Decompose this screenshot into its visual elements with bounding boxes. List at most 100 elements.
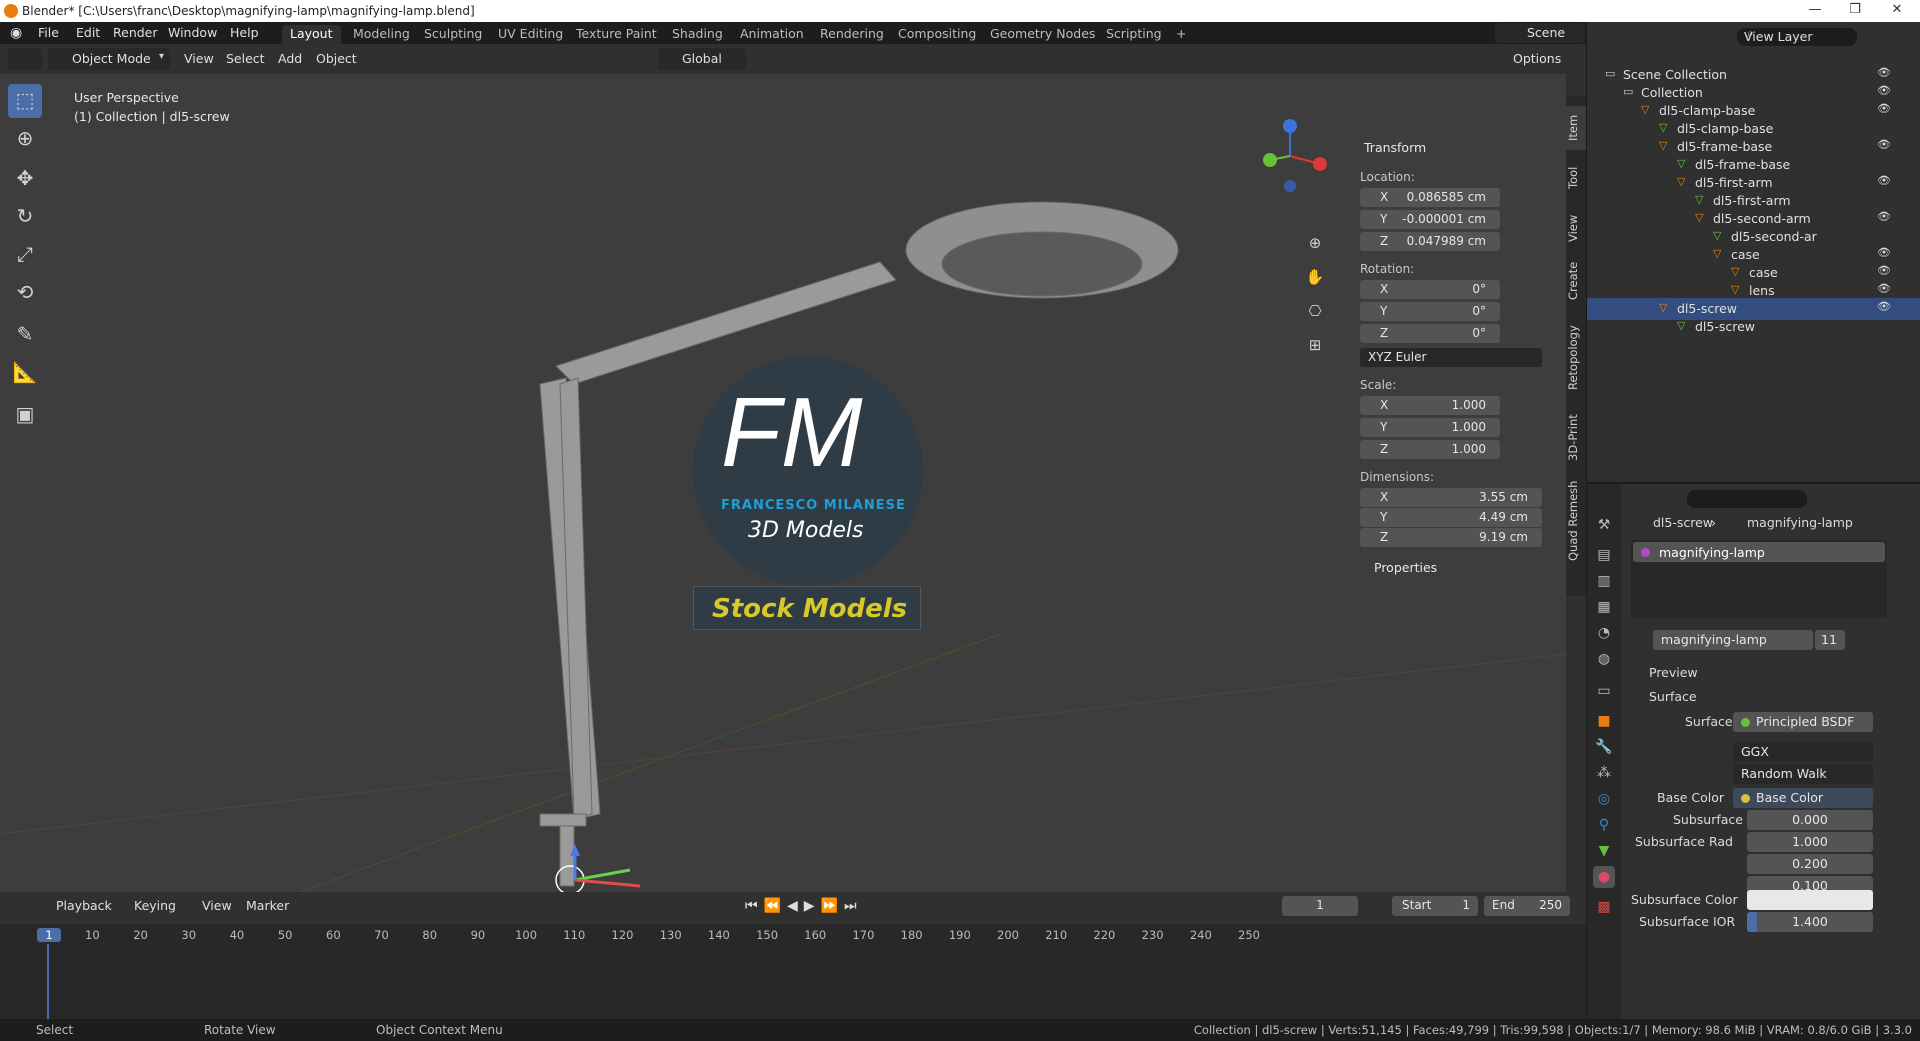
visibility-eye-icon[interactable]: 👁 — [1877, 264, 1891, 277]
visibility-eye-icon[interactable]: 👁 — [1877, 102, 1891, 115]
menu-window[interactable]: Window — [168, 25, 217, 40]
rotation-z-field[interactable]: Z 0° — [1360, 324, 1500, 343]
tab-texture-paint[interactable]: Texture Paint — [568, 25, 665, 44]
rotation-mode-dropdown[interactable]: XYZ Euler — [1360, 348, 1542, 367]
close-button[interactable]: ✕ — [1877, 2, 1917, 20]
hand-pan-icon[interactable]: ✋ — [1302, 264, 1328, 290]
render-icon[interactable]: ▤ — [1593, 544, 1615, 566]
object-menu[interactable]: Object — [310, 49, 363, 69]
annotate-tool-icon[interactable]: ✎ — [8, 318, 42, 352]
properties-subpanel[interactable]: Properties — [1374, 560, 1437, 575]
visibility-eye-icon[interactable]: 👁 — [1877, 246, 1891, 259]
marker-menu[interactable]: Marker — [240, 896, 295, 916]
scale-tool-icon[interactable]: ⤢ — [8, 238, 42, 272]
add-cube-tool-icon[interactable]: ▣ — [8, 398, 42, 432]
modifier-wrench-icon[interactable]: 🔧 — [1593, 736, 1615, 758]
grid-toggle-icon[interactable]: ⊞ — [1302, 332, 1328, 358]
move-tool-icon[interactable]: ✥ — [8, 162, 42, 196]
tab-shading[interactable]: Shading — [664, 25, 731, 44]
material-users-count[interactable]: 11 — [1815, 630, 1845, 650]
current-frame-field[interactable]: 1 — [1282, 896, 1358, 916]
menu-file[interactable]: File — [38, 25, 59, 40]
tab-item[interactable]: Item — [1566, 106, 1586, 150]
menu-help[interactable]: Help — [230, 25, 259, 40]
physics-icon[interactable]: ◎ — [1593, 788, 1615, 810]
outliner-row[interactable]: ▽ dl5-screw — [1587, 316, 1920, 338]
editor-type-button[interactable] — [8, 48, 42, 70]
material-name-field[interactable]: magnifying-lamp — [1653, 630, 1813, 650]
tab-quad-remesh[interactable]: Quad Remesh — [1566, 476, 1586, 566]
collection-icon[interactable]: ▭ — [1593, 680, 1615, 702]
base-color-field[interactable]: Base Color — [1733, 788, 1873, 808]
subsurface-method-dropdown[interactable]: Random Walk — [1733, 764, 1873, 784]
playback-controls[interactable]: ⏮⏪◀▶⏩⏭ — [745, 898, 863, 914]
scale-x-field[interactable]: X 1.000 — [1360, 396, 1500, 415]
tab-view[interactable]: View — [1566, 206, 1586, 250]
navigation-gizmo[interactable] — [1250, 116, 1330, 196]
timeline-view-menu[interactable]: View — [196, 896, 238, 916]
material-slots-list[interactable]: magnifying-lamp — [1631, 540, 1887, 618]
select-box-tool-icon[interactable]: ⬚ — [8, 84, 42, 118]
subsurface-field[interactable]: 0.000 — [1747, 810, 1873, 830]
add-menu[interactable]: Add — [272, 49, 308, 69]
transform-tool-icon[interactable]: ⟲ — [8, 276, 42, 310]
tab-retopology[interactable]: Retopology — [1566, 316, 1586, 400]
end-frame-field[interactable]: End 250 — [1484, 896, 1570, 916]
data-mesh-icon[interactable]: ▼ — [1593, 840, 1615, 862]
tab-create[interactable]: Create — [1566, 254, 1586, 308]
select-menu[interactable]: Select — [220, 49, 271, 69]
playback-menu[interactable]: Playback — [50, 896, 118, 916]
keying-menu[interactable]: Keying — [128, 896, 182, 916]
visibility-eye-icon[interactable]: 👁 — [1877, 66, 1891, 79]
measure-tool-icon[interactable]: 📐 — [8, 356, 42, 390]
minimize-button[interactable]: — — [1795, 2, 1835, 20]
start-frame-field[interactable]: Start 1 — [1392, 896, 1478, 916]
dimension-x-field[interactable]: X 3.55 cm — [1360, 488, 1542, 507]
location-x-field[interactable]: X 0.086585 cm — [1360, 188, 1500, 207]
location-z-field[interactable]: Z 0.047989 cm — [1360, 232, 1500, 251]
zoom-icon[interactable]: ⊕ — [1302, 230, 1328, 256]
scene-selector[interactable]: Scene — [1495, 23, 1585, 43]
rotation-y-field[interactable]: Y 0° — [1360, 302, 1500, 321]
options-button[interactable]: Options — [1505, 48, 1563, 70]
rotate-tool-icon[interactable]: ↻ — [8, 200, 42, 234]
tool-settings-icon[interactable]: ⚒ — [1593, 514, 1615, 536]
scene-icon[interactable]: ◔ — [1593, 622, 1615, 644]
material-icon[interactable]: ● — [1593, 866, 1615, 888]
tab-rendering[interactable]: Rendering — [812, 25, 892, 44]
particles-icon[interactable]: ⁂ — [1593, 762, 1615, 784]
object-icon[interactable]: ■ — [1593, 710, 1615, 732]
dimension-y-field[interactable]: Y 4.49 cm — [1360, 508, 1542, 527]
dimension-z-field[interactable]: Z 9.19 cm — [1360, 528, 1542, 547]
menu-render[interactable]: Render — [113, 25, 158, 40]
visibility-eye-icon[interactable]: 👁 — [1877, 300, 1891, 313]
visibility-eye-icon[interactable]: 👁 — [1877, 84, 1891, 97]
3d-viewport[interactable]: FM FRANCESCO MILANESE 3D Models Stock Mo… — [0, 74, 1566, 892]
add-workspace-button[interactable]: + — [1168, 25, 1194, 44]
cursor-tool-icon[interactable]: ⊕ — [8, 122, 42, 156]
tab-tool[interactable]: Tool — [1566, 156, 1586, 200]
material-slot-item[interactable]: magnifying-lamp — [1633, 542, 1885, 562]
distribution-dropdown[interactable]: GGX — [1733, 742, 1873, 762]
scale-z-field[interactable]: Z 1.000 — [1360, 440, 1500, 459]
surface-shader-field[interactable]: Principled BSDF — [1733, 712, 1873, 732]
view-layer-name[interactable]: View Layer — [1744, 29, 1813, 44]
subsurface-color-swatch[interactable] — [1747, 890, 1873, 910]
tab-compositing[interactable]: Compositing — [890, 25, 984, 44]
maximize-button[interactable]: ❐ — [1835, 2, 1875, 20]
visibility-eye-icon[interactable]: 👁 — [1877, 138, 1891, 151]
output-icon[interactable]: ▥ — [1593, 570, 1615, 592]
tab-3d-print[interactable]: 3D-Print — [1566, 408, 1586, 468]
tab-animation[interactable]: Animation — [732, 25, 812, 44]
camera-icon[interactable]: ⎔ — [1302, 298, 1328, 324]
scale-y-field[interactable]: Y 1.000 — [1360, 418, 1500, 437]
blender-menu-icon[interactable]: ◉ — [10, 25, 22, 41]
tab-sculpting[interactable]: Sculpting — [416, 25, 490, 44]
object-mode-dropdown[interactable]: Object Mode ▾ — [48, 48, 170, 70]
subsurface-radius-y[interactable]: 0.200 — [1747, 854, 1873, 874]
visibility-eye-icon[interactable]: 👁 — [1877, 210, 1891, 223]
surface-section[interactable]: Surface — [1649, 689, 1697, 704]
subsurface-radius-x[interactable]: 1.000 — [1747, 832, 1873, 852]
constraints-icon[interactable]: ⚲ — [1593, 814, 1615, 836]
view-layer-icon[interactable]: ▦ — [1593, 596, 1615, 618]
